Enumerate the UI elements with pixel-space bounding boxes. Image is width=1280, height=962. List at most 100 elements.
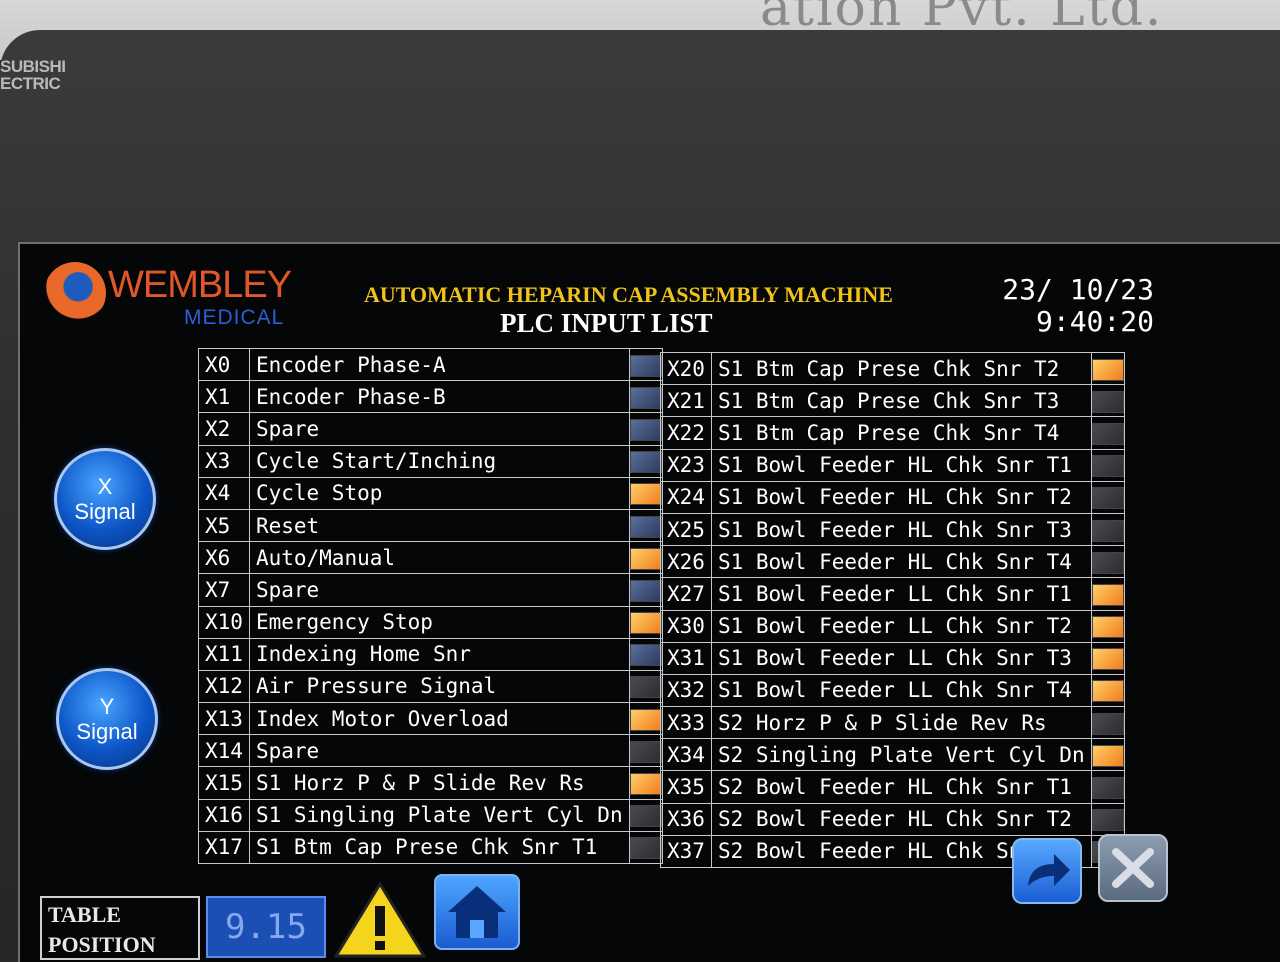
input-address: X6 [198, 541, 250, 575]
home-button[interactable] [434, 874, 520, 950]
input-description: Emergency Stop [248, 605, 630, 639]
input-address: X26 [660, 545, 712, 579]
input-address: X34 [660, 738, 712, 772]
input-description: Spare [248, 734, 630, 768]
input-address: X4 [198, 476, 250, 510]
close-button[interactable] [1098, 834, 1168, 902]
input-table-left: X0 Encoder Phase-A X1 Encoder Phase-B X2 Spar… [198, 347, 663, 865]
input-lamp-cell [1090, 577, 1125, 611]
home-icon [448, 886, 506, 938]
next-page-button[interactable] [1012, 838, 1082, 904]
input-lamp-cell [628, 476, 663, 510]
date-time: 23/ 10/23 9:40:20 [1002, 274, 1154, 338]
input-description: S1 Btm Cap Prese Chk Snr T1 [248, 830, 630, 865]
input-row: X2 Spare [198, 412, 663, 446]
input-row: X26 S1 Bowl Feeder HL Chk Snr T4 [660, 545, 1125, 579]
input-lamp-cell [1090, 770, 1125, 804]
input-description: Air Pressure Signal [248, 669, 630, 704]
input-row: X30 S1 Bowl Feeder LL Chk Snr T2 [660, 609, 1125, 643]
input-row: X13 Index Motor Overload [198, 702, 663, 736]
input-address: X23 [660, 448, 712, 482]
input-description: S1 Btm Cap Prese Chk Snr T3 [710, 384, 1092, 418]
input-address: X27 [660, 577, 712, 611]
input-address: X14 [198, 734, 250, 768]
input-lamp-cell [628, 573, 663, 607]
input-status-lamp [630, 483, 662, 506]
input-status-lamp [630, 418, 662, 441]
input-row: X14 Spare [198, 734, 663, 768]
input-lamp-cell [1090, 641, 1125, 675]
input-row: X0 Encoder Phase-A [198, 347, 663, 382]
input-description: S1 Bowl Feeder LL Chk Snr T1 [710, 577, 1092, 611]
input-description: Index Motor Overload [248, 702, 630, 736]
input-address: X37 [660, 834, 712, 869]
table-position-value: 9.15 [206, 896, 326, 958]
input-row: X32 S1 Bowl Feeder LL Chk Snr T4 [660, 673, 1125, 708]
input-status-lamp [1092, 616, 1124, 639]
table-position-label: TABLE POSITION [40, 896, 200, 960]
input-description: Encoder Phase-B [248, 380, 630, 414]
warning-icon[interactable] [332, 880, 428, 960]
input-address: X17 [198, 830, 250, 865]
input-status-lamp [1092, 455, 1124, 478]
input-lamp-cell [1090, 738, 1125, 772]
input-lamp-cell [1090, 384, 1125, 418]
input-lamp-cell [628, 798, 663, 832]
y-signal-button[interactable]: Y Signal [56, 668, 158, 770]
input-description: S1 Bowl Feeder HL Chk Snr T4 [710, 545, 1092, 579]
input-address: X5 [198, 508, 250, 543]
input-lamp-cell [1090, 706, 1125, 740]
close-icon [1112, 848, 1154, 888]
input-address: X16 [198, 798, 250, 832]
input-status-lamp [630, 515, 662, 538]
input-lamp-cell [628, 412, 663, 446]
logo-gear-icon [44, 262, 106, 324]
input-lamp-cell [1090, 673, 1125, 708]
time-display: 9:40:20 [1035, 305, 1154, 338]
input-status-lamp [630, 837, 662, 860]
input-status-lamp [1092, 519, 1124, 542]
company-logo: WEMBLEY MEDICAL [44, 256, 344, 336]
input-row: X6 Auto/Manual [198, 541, 663, 575]
x-signal-label: Signal [74, 499, 136, 524]
input-description: Cycle Stop [248, 476, 630, 510]
input-status-lamp [1092, 487, 1124, 510]
date-display: 23/ 10/23 [1002, 273, 1154, 306]
logo-subtitle: MEDICAL [184, 306, 285, 329]
input-row: X7 Spare [198, 573, 663, 607]
input-row: X24 S1 Bowl Feeder HL Chk Snr T2 [660, 480, 1125, 514]
input-row: X17 S1 Btm Cap Prese Chk Snr T1 [198, 830, 663, 865]
input-status-lamp [630, 773, 662, 796]
input-description: Encoder Phase-A [248, 347, 630, 382]
input-lamp-cell [628, 734, 663, 768]
input-lamp-cell [628, 830, 663, 865]
hmi-screen: WEMBLEY MEDICAL AUTOMATIC HEPARIN CAP AS… [18, 242, 1280, 962]
input-row: X16 S1 Singling Plate Vert Cyl Dn [198, 798, 663, 832]
input-description: S1 Bowl Feeder LL Chk Snr T3 [710, 641, 1092, 675]
input-status-lamp [1092, 744, 1124, 767]
input-address: X35 [660, 770, 712, 804]
input-row: X15 S1 Horz P & P Slide Rev Rs [198, 766, 663, 800]
input-address: X32 [660, 673, 712, 708]
x-signal-button[interactable]: X Signal [54, 448, 156, 550]
input-status-lamp [1092, 712, 1124, 735]
input-address: X7 [198, 573, 250, 607]
input-address: X36 [660, 802, 712, 836]
input-address: X33 [660, 706, 712, 740]
input-status-lamp [630, 451, 662, 474]
input-row: X21 S1 Btm Cap Prese Chk Snr T3 [660, 384, 1125, 418]
input-address: X15 [198, 766, 250, 800]
input-description: S1 Btm Cap Prese Chk Snr T2 [710, 351, 1092, 386]
next-arrow-icon [1028, 854, 1070, 886]
input-status-lamp [1092, 422, 1124, 445]
input-address: X10 [198, 605, 250, 639]
input-status-lamp [1092, 809, 1124, 832]
input-description: S1 Bowl Feeder LL Chk Snr T4 [710, 673, 1092, 708]
input-lamp-cell [628, 766, 663, 800]
input-row: X12 Air Pressure Signal [198, 669, 663, 704]
y-signal-letter: Y [99, 694, 115, 719]
input-description: Indexing Home Snr [248, 637, 630, 671]
input-status-lamp [1092, 583, 1124, 606]
input-address: X25 [660, 512, 712, 547]
input-address: X31 [660, 641, 712, 675]
